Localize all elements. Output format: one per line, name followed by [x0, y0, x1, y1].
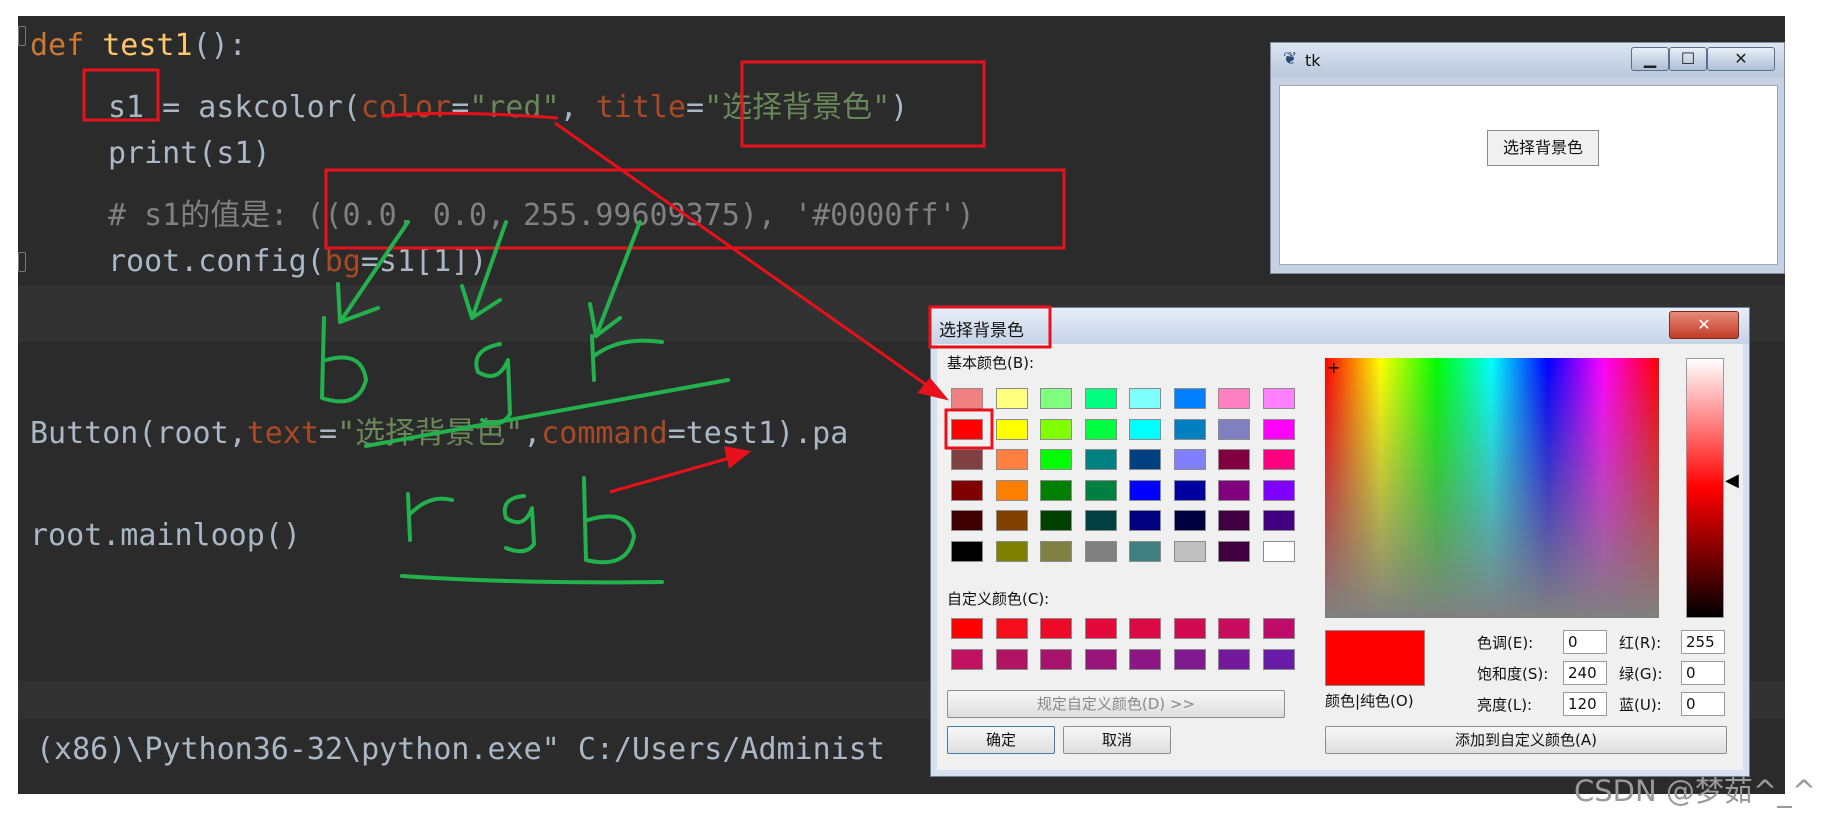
- highlight-box-red-swatch: [944, 408, 994, 450]
- handwritten-arrow-r: [588, 220, 642, 338]
- highlight-box-s1: [82, 68, 160, 122]
- handwritten-strike-line: [364, 378, 730, 448]
- handwritten-letter-r-bottom: [406, 492, 454, 542]
- handwritten-letter-g-bottom: [502, 494, 536, 554]
- handwritten-letter-g: [474, 342, 512, 426]
- highlight-box-comment: [324, 168, 1066, 250]
- annotation-overlay: [82, 60, 1066, 585]
- highlight-box-dialog-title: [928, 305, 1052, 349]
- handwritten-arrow-g: [460, 220, 508, 320]
- arrow-head-icon: [724, 446, 752, 469]
- watermark: CSDN @梦茹^_^: [1574, 774, 1816, 808]
- highlight-box-title: [740, 60, 986, 148]
- handwritten-arrow-b: [336, 220, 410, 324]
- handwritten-letter-r: [590, 334, 664, 382]
- arrow-line-to-dialog: [554, 121, 946, 400]
- arrow-line-to-rgb: [609, 453, 741, 494]
- handwritten-underline: [400, 574, 664, 585]
- handwritten-letter-b: [320, 316, 368, 404]
- handwritten-letter-b-bottom: [582, 476, 636, 565]
- underline-color-arg: [381, 111, 559, 120]
